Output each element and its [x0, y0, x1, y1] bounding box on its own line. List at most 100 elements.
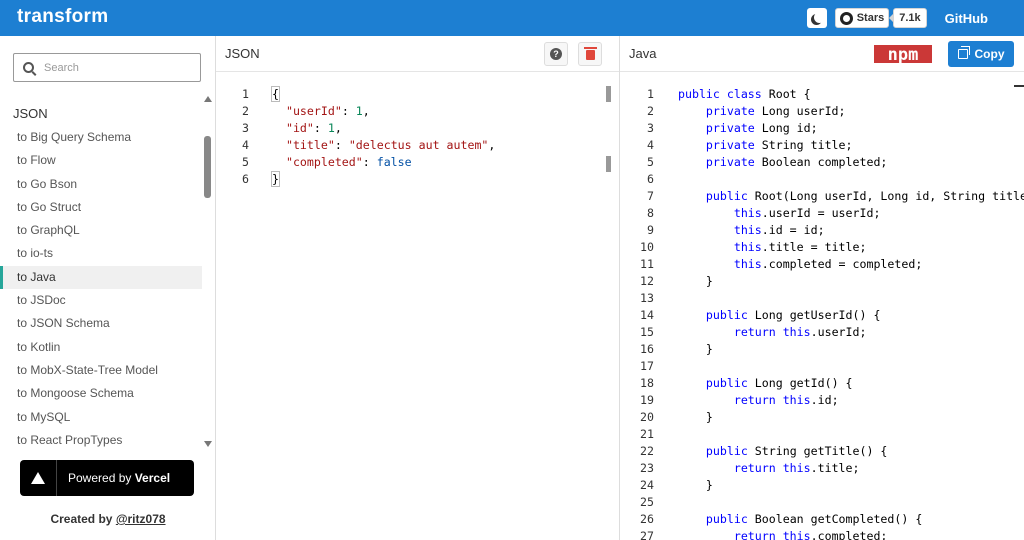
- sidebar-item[interactable]: to Big Query Schema: [0, 126, 202, 149]
- code-text: public Root(Long userId, Long id, String…: [678, 188, 1024, 205]
- sidebar-item[interactable]: to MySQL: [0, 406, 202, 429]
- code-token: Root(Long userId, Long id, String title: [747, 189, 1024, 203]
- sidebar-item[interactable]: to GraphQL: [0, 219, 202, 242]
- code-token: public: [678, 308, 748, 322]
- code-line: 26 public Boolean getCompleted() {: [620, 511, 1024, 528]
- line-number: 25: [640, 495, 654, 509]
- sidebar-item[interactable]: to Flow: [0, 149, 202, 172]
- clear-button[interactable]: [578, 42, 602, 66]
- sidebar-item[interactable]: to JSON Schema: [0, 312, 202, 335]
- sidebar: JSON to Big Query Schemato Flowto Go Bso…: [0, 36, 216, 540]
- created-by-prefix: Created by: [50, 512, 113, 526]
- sidebar-item[interactable]: to Go Bson: [0, 173, 202, 196]
- code-line: 17: [620, 358, 1024, 375]
- code-text: "completed": false: [272, 154, 412, 171]
- moon-icon: [814, 12, 825, 23]
- help-icon: ?: [550, 48, 562, 60]
- json-editor[interactable]: 1{2 "userId": 1, 3 "id": 1, 4 "title": "de…: [216, 86, 619, 188]
- scroll-down-arrow-icon[interactable]: [204, 441, 212, 447]
- code-text: return this.title;: [678, 460, 860, 477]
- line-number: 18: [640, 376, 654, 390]
- code-token: return this: [678, 461, 811, 475]
- sidebar-item[interactable]: to Go Struct: [0, 196, 202, 219]
- line-number: 7: [647, 189, 654, 203]
- code-line: 14 public Long getUserId() {: [620, 307, 1024, 324]
- code-line: 8 this.userId = userId;: [620, 205, 1024, 222]
- npm-logo-icon[interactable]: npm: [874, 45, 932, 63]
- code-token: ,: [334, 121, 342, 135]
- author-link[interactable]: @ritz078: [116, 512, 166, 526]
- code-text: this.userId = userId;: [678, 205, 881, 222]
- code-text: public Boolean getCompleted() {: [678, 511, 922, 528]
- line-number: 27: [640, 529, 654, 540]
- code-text: "title": "delectus aut autem",: [272, 137, 495, 154]
- code-text: }: [678, 409, 713, 426]
- sidebar-item[interactable]: to Java: [0, 265, 202, 290]
- sidebar-item[interactable]: to React PropTypes: [0, 429, 202, 449]
- code-line: 4 "title": "delectus aut autem",: [216, 137, 619, 154]
- java-panel-title: Java: [629, 46, 657, 61]
- code-text: "id": 1,: [272, 120, 342, 137]
- converter-list: JSON to Big Query Schema to Flow to Go Bso…: [0, 102, 216, 449]
- vercel-text: Powered by Vercel: [57, 471, 170, 485]
- line-number: 12: [640, 274, 654, 288]
- stars-count[interactable]: 7.1k: [889, 8, 927, 28]
- code-line: 24 }: [620, 477, 1024, 494]
- created-by: Created by @ritz078: [0, 512, 216, 526]
- vercel-triangle-icon: [31, 472, 45, 484]
- sidebar-item[interactable]: to JSDoc: [0, 289, 202, 312]
- code-line: 22 public String getTitle() {: [620, 443, 1024, 460]
- code-token: this: [678, 223, 762, 237]
- code-text: }: [678, 341, 713, 358]
- code-line: 6}: [216, 171, 619, 188]
- code-token: .completed;: [810, 529, 888, 540]
- github-icon: [839, 11, 853, 25]
- search-input[interactable]: [44, 61, 194, 74]
- sidebar-item[interactable]: to MobX-State-Tree Model: [0, 359, 202, 382]
- line-number: 24: [640, 478, 654, 492]
- line-number: 19: [640, 393, 654, 407]
- code-line: 3 "id": 1,: [216, 120, 619, 137]
- code-line: 4 private String title;: [620, 137, 1024, 154]
- github-stars-button[interactable]: Stars: [834, 8, 890, 28]
- json-panel-header: JSON ?: [216, 36, 619, 72]
- code-token: "completed": [285, 155, 363, 169]
- search-box[interactable]: [13, 53, 201, 82]
- scrollbar-thumb[interactable]: [204, 136, 211, 198]
- java-panel: Java npm Copy 1 public class Root {2 priv…: [620, 36, 1024, 540]
- app-header: transform Stars 7.1k GitHub: [0, 0, 1024, 36]
- scroll-up-arrow-icon[interactable]: [204, 96, 212, 102]
- code-line: 18 public Long getId() {: [620, 375, 1024, 392]
- json-panel-title: JSON: [225, 46, 260, 61]
- copy-button[interactable]: Copy: [948, 41, 1014, 67]
- code-token: public: [678, 376, 748, 390]
- sidebar-scrollbar[interactable]: [202, 92, 214, 449]
- code-line: 11 this.completed = completed;: [620, 256, 1024, 273]
- code-line: 2 private Long userId;: [620, 103, 1024, 120]
- code-token: .id = id;: [761, 223, 825, 237]
- vercel-badge[interactable]: Powered by Vercel: [20, 460, 194, 496]
- line-number: 5: [242, 155, 249, 169]
- stars-label: Stars: [856, 12, 885, 24]
- code-token: private: [678, 121, 755, 135]
- sidebar-item[interactable]: to io-ts: [0, 242, 202, 265]
- code-line: 9 this.id = id;: [620, 222, 1024, 239]
- code-token: public: [678, 512, 748, 526]
- line-number: 9: [647, 223, 654, 237]
- brand-logo[interactable]: transform: [17, 6, 108, 28]
- code-line: 20 }: [620, 409, 1024, 426]
- theme-toggle-button[interactable]: [806, 8, 827, 28]
- github-link[interactable]: GitHub: [945, 11, 988, 26]
- code-token: Long id;: [754, 121, 818, 135]
- sidebar-item[interactable]: to Mongoose Schema: [0, 382, 202, 405]
- code-line: 1{: [216, 86, 619, 103]
- java-output-editor[interactable]: 1 public class Root {2 private Long userI…: [620, 86, 1024, 540]
- code-line: 5 "completed": false: [216, 154, 619, 171]
- code-token: :: [334, 138, 349, 152]
- sidebar-item[interactable]: to Kotlin: [0, 336, 202, 359]
- code-line: 2 "userId": 1,: [216, 103, 619, 120]
- code-token: :: [341, 104, 356, 118]
- help-button[interactable]: ?: [544, 42, 568, 66]
